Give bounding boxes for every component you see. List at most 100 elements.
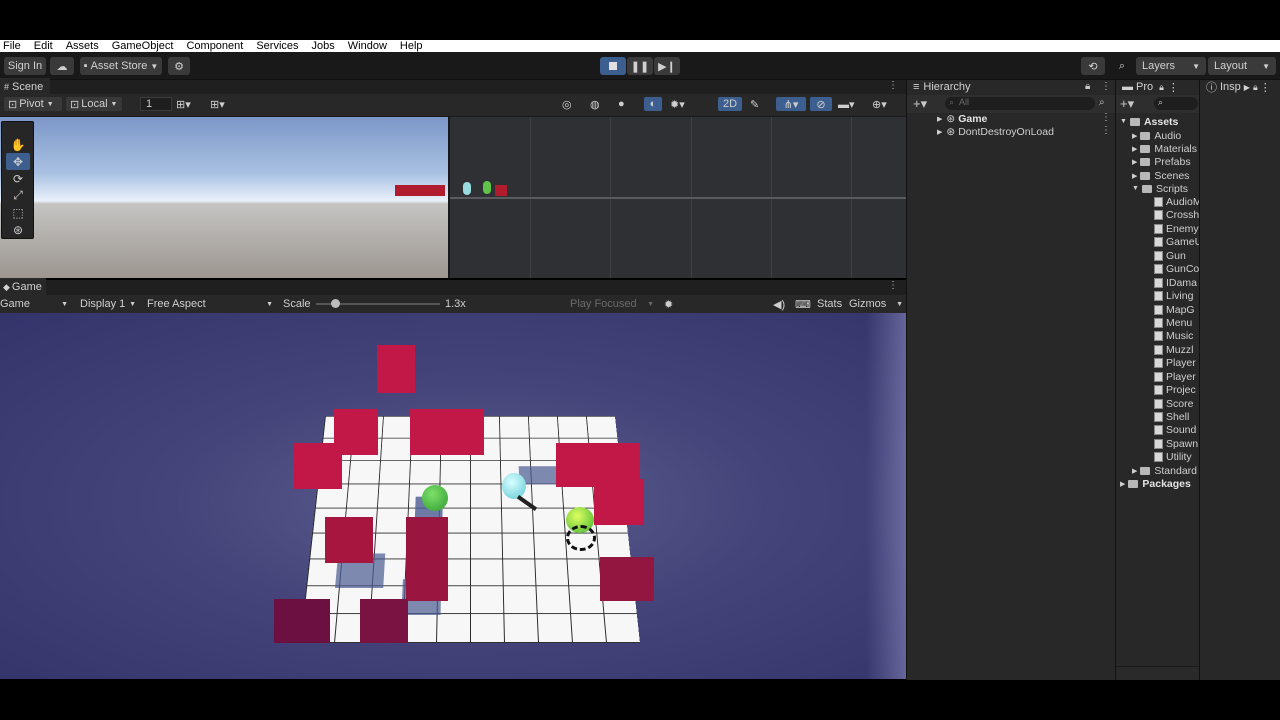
- script-item[interactable]: Player: [1154, 356, 1196, 369]
- script-item[interactable]: GunCo: [1154, 262, 1199, 275]
- hierarchy-search-input[interactable]: ⌕ All: [945, 97, 1095, 110]
- menu-window[interactable]: Window: [348, 40, 387, 52]
- game-viewport[interactable]: [0, 313, 906, 679]
- audio-toggle[interactable]: ⋔▾: [776, 97, 806, 111]
- menu-file[interactable]: File: [3, 40, 21, 52]
- scale-tool-button[interactable]: ⤢: [6, 187, 30, 204]
- more-options-icon[interactable]: ⋮: [1101, 125, 1111, 136]
- play-button[interactable]: [600, 57, 626, 75]
- script-item[interactable]: Menu: [1154, 316, 1192, 329]
- layers-dropdown[interactable]: Layers ▼: [1136, 57, 1206, 75]
- script-item[interactable]: Gun: [1154, 249, 1186, 262]
- search-button[interactable]: ⌕: [1110, 57, 1134, 75]
- gizmos-dropdown[interactable]: Gizmos ▼: [849, 297, 903, 311]
- project-search-input[interactable]: ⌕: [1154, 97, 1198, 110]
- fx-button[interactable]: ✹▾: [670, 97, 700, 111]
- tab-inspector[interactable]: ⓘ Insp ▶ 🔒︎ ⋮: [1200, 78, 1280, 96]
- more-options-icon[interactable]: ⋮: [888, 80, 898, 91]
- scale-slider-handle[interactable]: [331, 299, 340, 308]
- sign-in-button[interactable]: Sign In: [4, 57, 46, 75]
- script-item[interactable]: Crossh: [1154, 208, 1199, 221]
- asset-store-button[interactable]: ▪ Asset Store ▼: [80, 57, 162, 75]
- filter-icon[interactable]: ⌕: [1099, 97, 1105, 108]
- hierarchy-item-game[interactable]: ▶ ⊛ Game: [937, 112, 987, 125]
- script-item[interactable]: MapG: [1154, 303, 1195, 316]
- cloud-button[interactable]: ☁: [50, 57, 74, 75]
- grid-toggle[interactable]: ⊞▾: [210, 97, 240, 111]
- rotate-tool-button[interactable]: ⟳: [6, 170, 30, 187]
- display-dropdown[interactable]: Display 1 ▼: [80, 297, 140, 311]
- aspect-dropdown[interactable]: Free Aspect ▼: [147, 297, 277, 311]
- transform-tool-button[interactable]: ⊛: [6, 221, 30, 238]
- menu-component[interactable]: Component: [186, 40, 243, 52]
- lock-icon[interactable]: 🔒︎: [1085, 81, 1090, 92]
- script-item[interactable]: Shell: [1154, 410, 1189, 423]
- layout-dropdown[interactable]: Layout ▼: [1208, 57, 1276, 75]
- script-item[interactable]: Enemy: [1154, 222, 1199, 235]
- tab-project[interactable]: ▬ Pro 🔒︎ ⋮: [1116, 78, 1196, 96]
- lit-button[interactable]: ◐: [644, 97, 662, 111]
- script-item[interactable]: IDama: [1154, 276, 1197, 289]
- more-options-icon[interactable]: ⋮: [1101, 112, 1111, 123]
- menu-services[interactable]: Services: [256, 40, 298, 52]
- project-assets-root[interactable]: ▼ Assets: [1120, 115, 1178, 128]
- mute-audio-button[interactable]: ◀): [773, 297, 785, 311]
- mode-2d-toggle[interactable]: 2D: [718, 97, 742, 111]
- project-packages-root[interactable]: ▶ Packages: [1120, 477, 1191, 490]
- script-item[interactable]: Projec: [1154, 383, 1196, 396]
- hand-tool-button[interactable]: ✋: [6, 136, 30, 153]
- project-folder-scripts[interactable]: ▼ Scripts: [1132, 182, 1188, 195]
- wireframe-button[interactable]: ◍: [590, 97, 608, 111]
- camera-dropdown[interactable]: ▬▾: [838, 97, 868, 111]
- more-options-icon[interactable]: ⋮: [888, 280, 898, 291]
- project-folder-scenes[interactable]: ▶ Scenes: [1132, 169, 1189, 182]
- menu-jobs[interactable]: Jobs: [312, 40, 335, 52]
- gizmos-dropdown[interactable]: ⊕▾: [872, 97, 902, 111]
- add-icon[interactable]: +▾: [1120, 96, 1134, 112]
- project-folder-standard[interactable]: ▶ Standard: [1132, 464, 1197, 477]
- menu-gameobject[interactable]: GameObject: [112, 40, 174, 52]
- grid-size-input[interactable]: 1: [140, 97, 172, 111]
- shortcuts-button[interactable]: ⌨: [795, 297, 811, 311]
- menu-edit[interactable]: Edit: [34, 40, 53, 52]
- stats-button[interactable]: Stats: [817, 297, 842, 311]
- project-folder-audio[interactable]: ▶ Audio: [1132, 129, 1181, 142]
- script-item[interactable]: Muzzl: [1154, 343, 1193, 356]
- menu-assets[interactable]: Assets: [66, 40, 99, 52]
- script-item[interactable]: GameU: [1154, 235, 1202, 248]
- scene-viewport[interactable]: ✋ ✥ ⟳ ⤢ ⬚ ⊛: [0, 117, 906, 278]
- snap-toggle[interactable]: ⊞▾: [176, 97, 206, 111]
- shaded-button[interactable]: ●: [618, 97, 636, 111]
- script-item[interactable]: Player: [1154, 370, 1196, 383]
- wall-block: [274, 599, 330, 643]
- visibility-toggle[interactable]: ⊘: [810, 97, 832, 111]
- step-button[interactable]: ▶❙: [654, 57, 680, 75]
- more-options-icon[interactable]: ⋮: [1101, 81, 1111, 92]
- pivot-dropdown[interactable]: ⊡ Pivot ▼: [4, 97, 62, 111]
- add-icon[interactable]: +▾: [913, 96, 927, 112]
- tab-hierarchy[interactable]: ≡ Hierarchy: [907, 78, 1027, 96]
- move-tool-button[interactable]: ✥: [6, 153, 30, 170]
- project-folder-prefabs[interactable]: ▶ Prefabs: [1132, 155, 1191, 168]
- script-item[interactable]: Score: [1154, 397, 1193, 410]
- script-item[interactable]: Living: [1154, 289, 1193, 302]
- history-button[interactable]: ⟲: [1081, 57, 1105, 75]
- project-folder-materials[interactable]: ▶ Materials: [1132, 142, 1197, 155]
- menu-help[interactable]: Help: [400, 40, 423, 52]
- tab-game[interactable]: ◆ Game: [0, 278, 46, 296]
- view-type-dropdown[interactable]: Game ▼: [0, 297, 72, 311]
- pause-button[interactable]: ❚❚: [627, 57, 653, 75]
- script-item[interactable]: Sound: [1154, 423, 1196, 436]
- lighting-toggle[interactable]: ✎: [750, 97, 768, 111]
- local-dropdown[interactable]: ⊡ Local ▼: [66, 97, 122, 111]
- hierarchy-item-dontdestroyonload[interactable]: ▶ ⊛ DontDestroyOnLoad: [937, 125, 1054, 138]
- orientation-gizmo-button[interactable]: ◎: [562, 97, 580, 111]
- script-item[interactable]: Spawn: [1154, 437, 1198, 450]
- script-item[interactable]: Utility: [1154, 450, 1192, 463]
- bug-button[interactable]: ✹: [664, 297, 673, 311]
- play-focused-dropdown[interactable]: Play Focused ▼: [570, 297, 658, 311]
- collab-button[interactable]: ⚙: [168, 57, 190, 75]
- script-item[interactable]: AudioM: [1154, 195, 1202, 208]
- rect-tool-button[interactable]: ⬚: [6, 204, 30, 221]
- script-item[interactable]: Music: [1154, 329, 1193, 342]
